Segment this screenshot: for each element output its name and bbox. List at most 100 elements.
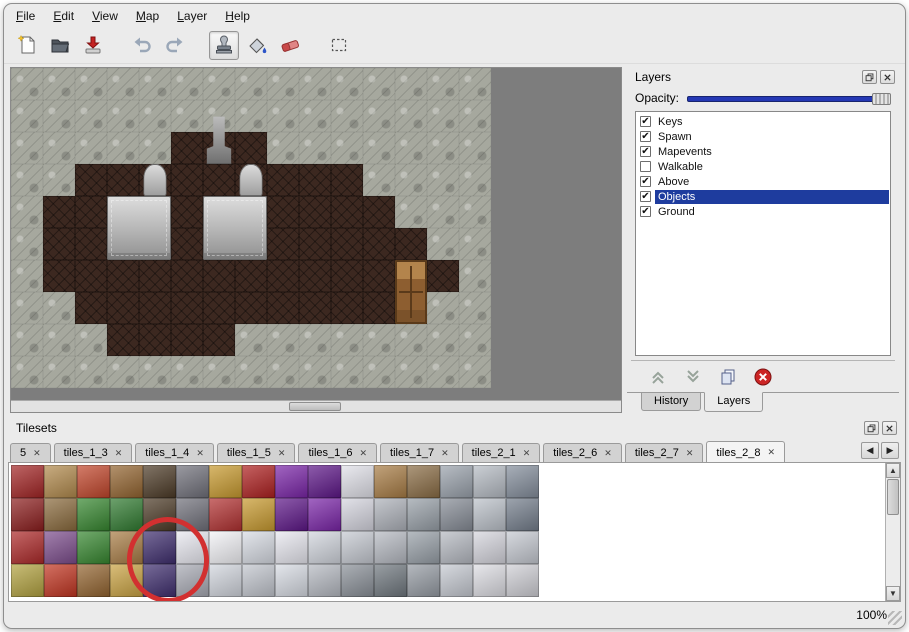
map-tile[interactable] [459,324,491,356]
map-tile[interactable] [267,292,299,324]
map-tile[interactable] [235,324,267,356]
map-tile[interactable] [75,196,107,228]
tileset-vertical-scrollbar[interactable]: ▲ ▼ [885,463,900,601]
tileset-tab-5[interactable]: 5✕ [10,443,51,462]
tileset-tile[interactable] [506,498,539,531]
map-tile[interactable] [267,164,299,196]
map-tile[interactable] [203,292,235,324]
tileset-tile[interactable] [308,498,341,531]
layer-row-keys[interactable]: ✔Keys [637,114,889,129]
map-tile[interactable] [267,228,299,260]
checkbox-checked-icon[interactable]: ✔ [640,191,651,202]
tileset-tile[interactable] [440,465,473,498]
panel-tab-layers[interactable]: Layers [704,392,763,412]
tileset-tile[interactable] [77,531,110,564]
map-tile[interactable] [299,324,331,356]
tileset-tile[interactable] [44,465,77,498]
map-tile[interactable] [299,356,331,388]
map-tile[interactable] [43,260,75,292]
map-tile[interactable] [171,196,203,228]
tileset-tile[interactable] [209,465,242,498]
map-tile[interactable] [11,132,43,164]
checkbox-checked-icon[interactable]: ✔ [640,131,651,142]
resize-grip[interactable] [888,611,902,625]
map-tile[interactable] [331,260,363,292]
tileset-tile[interactable] [473,465,506,498]
tileset-tile[interactable] [341,531,374,564]
checkbox-checked-icon[interactable]: ✔ [640,146,651,157]
map-tile[interactable] [11,356,43,388]
map-tile[interactable] [299,196,331,228]
map-tile[interactable] [171,292,203,324]
map-tile[interactable] [267,260,299,292]
tileset-tile[interactable] [11,498,44,531]
map-tile[interactable] [107,100,139,132]
move-layer-up-button[interactable] [647,366,669,388]
map-tile[interactable] [331,356,363,388]
new-file-button[interactable] [12,31,42,60]
tileset-tile[interactable] [275,531,308,564]
map-tile[interactable] [363,324,395,356]
tileset-tile[interactable] [242,564,275,597]
map-tile[interactable] [363,100,395,132]
map-tile[interactable] [43,68,75,100]
map-tile[interactable] [75,228,107,260]
tileset-tile[interactable] [308,465,341,498]
fill-tool-button[interactable] [242,31,272,60]
menu-map[interactable]: Map [136,9,159,23]
map-tile[interactable] [139,132,171,164]
tileset-tile[interactable] [407,564,440,597]
map-tile[interactable] [43,132,75,164]
map-tile[interactable] [107,324,139,356]
tileset-tile[interactable] [44,498,77,531]
tileset-tile[interactable] [209,498,242,531]
scroll-down-button[interactable]: ▼ [886,586,900,601]
map-tile[interactable] [203,68,235,100]
checkbox-checked-icon[interactable]: ✔ [640,206,651,217]
map-tile[interactable] [11,260,43,292]
layer-row-spawn[interactable]: ✔Spawn [637,129,889,144]
map-tile[interactable] [427,132,459,164]
map-tile[interactable] [395,324,427,356]
map-tile[interactable] [139,324,171,356]
tileset-tile[interactable] [176,465,209,498]
map-tile[interactable] [427,324,459,356]
close-panel-button[interactable] [880,70,895,84]
map-tile[interactable] [363,132,395,164]
map-tile[interactable] [171,132,203,164]
map-tile[interactable] [139,68,171,100]
map-tile[interactable] [171,228,203,260]
layer-row-objects[interactable]: ✔Objects [637,189,889,204]
tileset-tile[interactable] [374,564,407,597]
float-panel-button[interactable] [862,70,877,84]
map-tile[interactable] [331,324,363,356]
map-tile[interactable] [11,196,43,228]
map-tile[interactable] [139,100,171,132]
checkbox-checked-icon[interactable]: ✔ [640,116,651,127]
map-tile[interactable] [235,356,267,388]
map-tile[interactable] [267,196,299,228]
tab-close-icon[interactable]: ✕ [604,448,612,459]
map-tile[interactable] [427,68,459,100]
redo-button[interactable] [160,31,190,60]
map-tile[interactable] [363,68,395,100]
tab-close-icon[interactable]: ✕ [441,448,449,459]
tab-close-icon[interactable]: ✕ [767,447,775,458]
map-tile[interactable] [75,324,107,356]
tileset-tab-tiles_2_7[interactable]: tiles_2_7✕ [625,443,704,462]
tileset-tile[interactable] [44,531,77,564]
tileset-tile[interactable] [77,465,110,498]
delete-layer-button[interactable] [752,366,774,388]
tileset-tile[interactable] [473,531,506,564]
map-tile[interactable] [427,260,459,292]
map-tile[interactable] [203,164,235,196]
map-tile[interactable] [395,100,427,132]
menu-edit[interactable]: Edit [53,9,74,23]
map-tile[interactable] [459,196,491,228]
map-tile[interactable] [331,196,363,228]
map-tile[interactable] [203,356,235,388]
scrollbar-thumb[interactable] [289,402,341,411]
map-tile[interactable] [139,260,171,292]
map-tile[interactable] [107,164,139,196]
duplicate-layer-button[interactable] [717,366,739,388]
